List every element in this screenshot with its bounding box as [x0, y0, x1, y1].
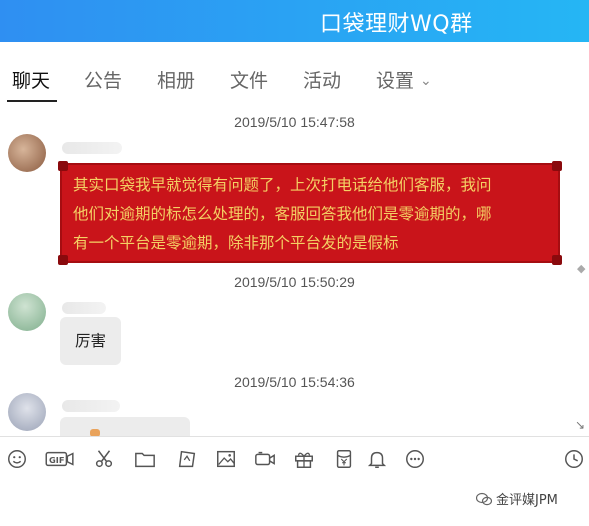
avatar[interactable] [8, 134, 46, 172]
tab-settings[interactable]: 设置 ⌄ [376, 66, 432, 93]
tab-chat[interactable]: 聊天 [12, 66, 50, 93]
gift-icon[interactable] [291, 446, 317, 472]
bubble-corner [58, 255, 68, 265]
svg-text:GIF: GIF [49, 455, 64, 465]
message-timestamp: 2019/5/10 15:54:36 [234, 374, 355, 390]
emoji-icon[interactable] [4, 446, 30, 472]
message-bubble[interactable] [60, 417, 190, 436]
sender-name [62, 302, 106, 314]
sender-name [62, 142, 122, 154]
tab-announcement[interactable]: 公告 [84, 66, 122, 93]
message-timestamp: 2019/5/10 15:50:29 [234, 274, 355, 290]
message-text-line: 他们对逾期的标怎么处理的，客服回答我他们是零逾期的，哪 [73, 205, 492, 223]
bell-icon[interactable] [364, 446, 390, 472]
active-tab-indicator [7, 100, 57, 102]
watermark: 金评媒JPM [476, 489, 558, 508]
group-title: 口袋理财WQ群 [320, 12, 473, 37]
more-icon[interactable] [402, 446, 428, 472]
input-divider [0, 436, 589, 437]
message-text-line: 有一个平台是零逾期，除非那个平台发的是假标 [73, 234, 399, 252]
sender-name [62, 400, 120, 412]
wechat-icon [476, 492, 492, 506]
expand-arrow-icon[interactable]: ↘ [575, 418, 585, 432]
bubble-corner [552, 255, 562, 265]
red-packet-icon[interactable] [331, 446, 357, 472]
gif-icon[interactable]: GIF [44, 446, 76, 472]
tab-bar: 聊天 公告 相册 文件 活动 设置 ⌄ [0, 42, 589, 106]
message-bubble[interactable]: 厉害 [60, 317, 121, 365]
avatar[interactable] [8, 393, 46, 431]
avatar[interactable] [8, 293, 46, 331]
watermark-text: 金评媒JPM [496, 493, 558, 508]
message-bubble[interactable]: 其实口袋我早就觉得有问题了，上次打电话给他们客服，我问 他们对逾期的标怎么处理的… [58, 161, 562, 265]
bubble-corner [552, 161, 562, 171]
tab-settings-label: 设置 [376, 70, 415, 92]
sticker-icon[interactable] [174, 446, 200, 472]
tab-files[interactable]: 文件 [230, 66, 268, 93]
scissors-icon[interactable] [91, 446, 117, 472]
message-text-line: 其实口袋我早就觉得有问题了，上次打电话给他们客服，我问 [73, 176, 492, 194]
title-bar: 口袋理财WQ群 [0, 0, 589, 42]
bubble-corner [58, 161, 68, 171]
chevron-down-icon: ⌄ [420, 73, 432, 89]
message-timestamp: 2019/5/10 15:47:58 [234, 114, 355, 130]
video-call-icon[interactable] [252, 446, 278, 472]
tab-album[interactable]: 相册 [157, 66, 195, 93]
tab-activities[interactable]: 活动 [303, 66, 341, 93]
history-icon[interactable] [561, 446, 587, 472]
image-preview-icon [90, 429, 100, 436]
input-toolbar: GIF [0, 440, 589, 480]
image-icon[interactable] [213, 446, 239, 472]
message-text: 厉害 [74, 332, 106, 350]
chat-area[interactable]: 2019/5/10 15:47:58 其实口袋我早就觉得有问题了，上次打电话给他… [0, 106, 589, 436]
folder-icon[interactable] [132, 446, 158, 472]
